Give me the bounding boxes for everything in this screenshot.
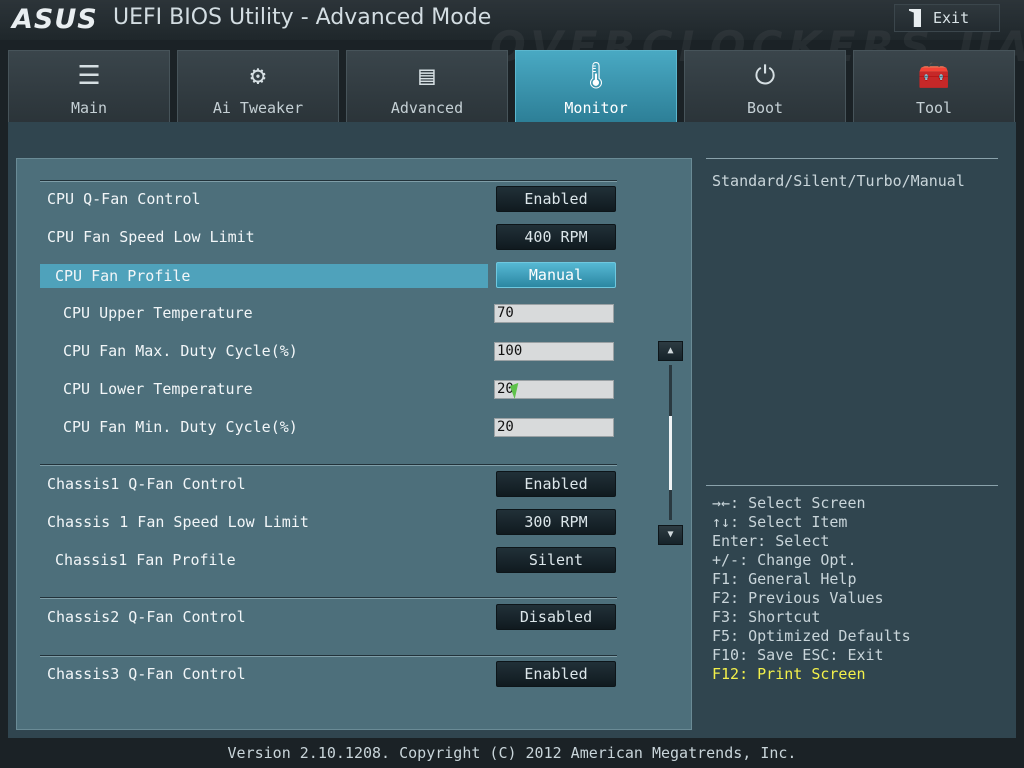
tab-label: Boot [746,99,784,117]
divider [40,464,617,466]
ch3-qfan-label: Chassis3 Q-Fan Control [47,665,246,683]
key-hint-print-screen: F12: Print Screen [712,665,866,683]
ch1-qfan-value[interactable]: Enabled [496,471,616,497]
help-divider-mid [706,485,998,486]
cpu-low-limit-value[interactable]: 400 RPM [496,224,616,250]
tab-label: Ai Tweaker [212,99,304,117]
ch1-low-limit-value[interactable]: 300 RPM [496,509,616,535]
cpu-upper-temp-input[interactable]: 70 [494,304,614,323]
cpu-qfan-label: CPU Q-Fan Control [47,190,201,208]
list-icon: ☰ [77,61,101,91]
cpu-low-limit-label: CPU Fan Speed Low Limit [47,228,255,246]
tab-label: Monitor [564,99,628,117]
divider [40,597,617,599]
tab-label: Advanced [390,99,464,117]
key-hint: F1: General Help [712,570,857,588]
asus-logo: ASUS [12,4,98,35]
help-description: Standard/Silent/Turbo/Manual [712,172,965,190]
exit-label: Exit [933,9,970,27]
ch2-qfan-value[interactable]: Disabled [496,604,616,630]
key-hint: F2: Previous Values [712,589,884,607]
app-title: UEFI BIOS Utility - Advanced Mode [113,5,492,30]
key-hint: +/-: Change Opt. [712,551,857,569]
ch3-qfan-value[interactable]: Enabled [496,661,616,687]
key-legend: →←: Select Screen ↑↓: Select Item Enter:… [712,494,911,684]
ch1-qfan-label: Chassis1 Q-Fan Control [47,475,246,493]
ch2-qfan-label: Chassis2 Q-Fan Control [47,608,246,626]
exit-button[interactable]: Exit [894,4,1000,32]
key-hint: F10: Save ESC: Exit [712,646,884,664]
cpu-profile-value[interactable]: Manual [496,262,616,288]
cpu-max-duty-label: CPU Fan Max. Duty Cycle(%) [63,342,298,360]
key-hint: ↑↓: Select Item [712,513,848,531]
ch1-profile-label: Chassis1 Fan Profile [55,551,236,569]
cpu-profile-label[interactable]: CPU Fan Profile [55,264,190,288]
advanced-icon: ▤ [419,61,435,91]
power-icon: ⏻ [754,61,776,91]
tab-boot[interactable]: ⏻ Boot [684,50,846,122]
key-hint: Enter: Select [712,532,830,550]
cpu-min-duty-input[interactable]: 20 [494,418,614,437]
tweaker-icon: ⚙ [250,61,266,91]
toolbox-icon: 🧰 [917,61,951,91]
scroll-down-button[interactable]: ▼ [658,525,683,545]
title-bar: ASUS UEFI BIOS Utility - Advanced Mode O… [0,0,1024,71]
key-hint: F5: Optimized Defaults [712,627,911,645]
key-hint: →←: Select Screen [712,494,866,512]
tab-monitor[interactable]: 🌡 Monitor [515,50,677,122]
key-hint: F3: Shortcut [712,608,821,626]
tab-advanced[interactable]: ▤ Advanced [346,50,508,122]
scrollbar-thumb[interactable] [669,416,672,490]
tab-main[interactable]: ☰ Main [8,50,170,122]
tab-label: Main [70,99,108,117]
exit-door-icon [909,9,921,27]
divider [40,180,617,182]
main-tabs: ☰ Main ⚙ Ai Tweaker ▤ Advanced 🌡 Monitor… [8,50,1016,122]
help-divider-top [706,158,998,159]
divider [40,655,617,657]
cpu-lower-temp-label: CPU Lower Temperature [63,380,253,398]
tab-label: Tool [915,99,953,117]
tab-tool[interactable]: 🧰 Tool [853,50,1015,122]
cpu-qfan-value[interactable]: Enabled [496,186,616,212]
thermometer-icon: 🌡 [579,61,613,91]
scroll-up-button[interactable]: ▲ [658,341,683,361]
ch1-low-limit-label: Chassis 1 Fan Speed Low Limit [47,513,309,531]
cpu-upper-temp-label: CPU Upper Temperature [63,304,253,322]
cpu-max-duty-input[interactable]: 100 [494,342,614,361]
version-footer: Version 2.10.1208. Copyright (C) 2012 Am… [227,744,797,762]
cpu-min-duty-label: CPU Fan Min. Duty Cycle(%) [63,418,298,436]
tab-ai-tweaker[interactable]: ⚙ Ai Tweaker [177,50,339,122]
ch1-profile-value[interactable]: Silent [496,547,616,573]
